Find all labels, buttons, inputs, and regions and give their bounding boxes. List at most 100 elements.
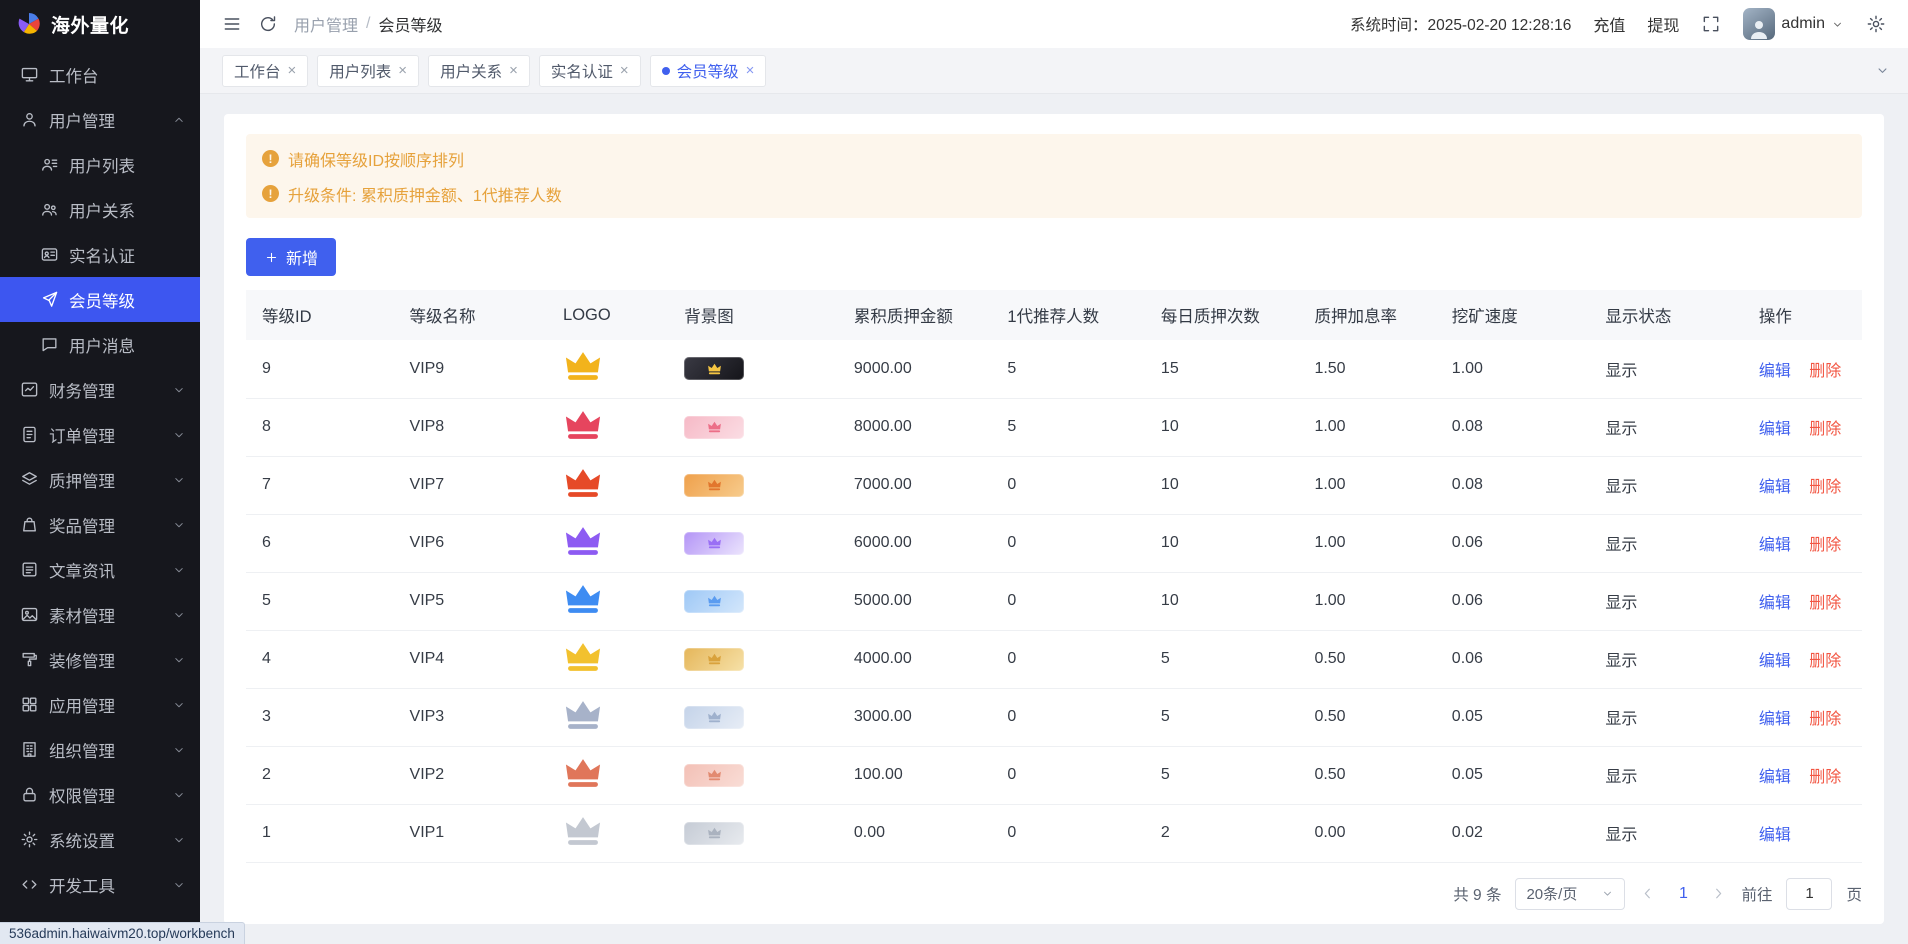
cell-display-status: 显示 xyxy=(1595,340,1749,398)
tab[interactable]: 实名认证 × xyxy=(539,55,641,87)
sidebar-subitem[interactable]: 会员等级 xyxy=(0,277,200,322)
delete-link[interactable]: 删除 xyxy=(1809,653,1841,670)
add-button[interactable]: 新增 xyxy=(246,238,336,276)
vip-banner-image xyxy=(684,357,744,380)
id-card-icon xyxy=(40,245,59,264)
delete-link[interactable]: 删除 xyxy=(1809,711,1841,728)
sidebar-item[interactable]: 素材管理 xyxy=(0,592,200,637)
cell-logo xyxy=(553,688,674,746)
user-menu[interactable]: admin xyxy=(1743,8,1844,40)
sidebar-item[interactable]: 文章资讯 xyxy=(0,547,200,592)
warning-icon: ! xyxy=(262,185,279,202)
sidebar-item-label: 组织管理 xyxy=(49,738,162,762)
tab-close-icon[interactable]: × xyxy=(746,63,755,78)
cell-daily-times: 10 xyxy=(1151,398,1305,456)
goto-page-input[interactable] xyxy=(1786,878,1832,910)
edit-link[interactable]: 编辑 xyxy=(1759,537,1791,554)
tab-close-icon[interactable]: × xyxy=(620,63,629,78)
brand-logo-icon xyxy=(16,11,42,37)
sidebar-item[interactable]: 质押管理 xyxy=(0,457,200,502)
tab[interactable]: 工作台 × xyxy=(222,55,308,87)
edit-link[interactable]: 编辑 xyxy=(1759,479,1791,496)
alert-text: 请确保等级ID按顺序排列 xyxy=(288,147,464,171)
sidebar-item[interactable]: 应用管理 xyxy=(0,682,200,727)
tab[interactable]: 会员等级 × xyxy=(650,55,767,87)
edit-link[interactable]: 编辑 xyxy=(1759,653,1791,670)
tab[interactable]: 用户关系 × xyxy=(428,55,530,87)
sidebar-subitem-label: 用户列表 xyxy=(69,153,186,177)
cell-background-image xyxy=(674,456,844,514)
fullscreen-icon[interactable] xyxy=(1701,14,1721,34)
cell-display-status: 显示 xyxy=(1595,804,1749,862)
tab-label: 用户关系 xyxy=(440,60,502,82)
sidebar-item[interactable]: 财务管理 xyxy=(0,367,200,412)
delete-link[interactable]: 删除 xyxy=(1809,537,1841,554)
refresh-icon[interactable] xyxy=(258,14,278,34)
cell-mining-speed: 0.06 xyxy=(1442,572,1596,630)
page-size-select[interactable]: 20条/页 xyxy=(1515,878,1625,910)
main-area: 用户管理 / 会员等级 系统时间：2025-02-20 12:28:16 充值 … xyxy=(200,0,1908,944)
sidebar-item[interactable]: 用户管理 xyxy=(0,97,200,142)
sidebar-subitem[interactable]: 用户消息 xyxy=(0,322,200,367)
tab-options-button[interactable] xyxy=(1866,55,1898,87)
vip-crown-logo-icon xyxy=(563,350,603,382)
sidebar-item[interactable]: 组织管理 xyxy=(0,727,200,772)
cell-daily-times: 2 xyxy=(1151,804,1305,862)
collapse-menu-icon[interactable] xyxy=(222,14,242,34)
cell-mining-speed: 0.08 xyxy=(1442,398,1596,456)
lock-icon xyxy=(20,785,39,804)
tab[interactable]: 用户列表 × xyxy=(317,55,419,87)
next-page-button[interactable] xyxy=(1710,885,1727,902)
tab-close-icon[interactable]: × xyxy=(398,63,407,78)
sidebar-subitem-label: 用户消息 xyxy=(69,333,186,357)
vip-crown-logo-icon xyxy=(563,699,603,731)
edit-link[interactable]: 编辑 xyxy=(1759,711,1791,728)
delete-link[interactable]: 删除 xyxy=(1809,421,1841,438)
edit-link[interactable]: 编辑 xyxy=(1759,363,1791,380)
sidebar-item-label: 文章资讯 xyxy=(49,558,162,582)
breadcrumb: 用户管理 / 会员等级 xyxy=(294,12,442,36)
sidebar-item[interactable]: 工作台 xyxy=(0,52,200,97)
sidebar-subitem[interactable]: 用户列表 xyxy=(0,142,200,187)
sidebar-item[interactable]: 开发工具 xyxy=(0,862,200,907)
withdraw-button[interactable]: 提现 xyxy=(1647,12,1679,36)
cell-level-id: 4 xyxy=(246,630,400,688)
sidebar-item[interactable]: 装修管理 xyxy=(0,637,200,682)
sidebar-item[interactable]: 订单管理 xyxy=(0,412,200,457)
pagination: 共 9 条 20条/页 1 前往 页 xyxy=(246,863,1862,910)
cell-pledge-amount: 5000.00 xyxy=(844,572,998,630)
sidebar-subitem[interactable]: 用户关系 xyxy=(0,187,200,232)
cell-level-id: 1 xyxy=(246,804,400,862)
workbench-icon xyxy=(20,65,39,84)
edit-link[interactable]: 编辑 xyxy=(1759,421,1791,438)
sidebar-item[interactable]: 权限管理 xyxy=(0,772,200,817)
breadcrumb-parent[interactable]: 用户管理 xyxy=(294,12,358,36)
cell-level-id: 5 xyxy=(246,572,400,630)
edit-link[interactable]: 编辑 xyxy=(1759,769,1791,786)
cell-interest-rate: 1.00 xyxy=(1304,514,1441,572)
prev-page-button[interactable] xyxy=(1639,885,1656,902)
sidebar-item[interactable]: 奖品管理 xyxy=(0,502,200,547)
cell-mining-speed: 0.05 xyxy=(1442,746,1596,804)
tab-label: 工作台 xyxy=(234,60,281,82)
settings-gear-icon[interactable] xyxy=(1866,14,1886,34)
delete-link[interactable]: 删除 xyxy=(1809,479,1841,496)
cell-interest-rate: 1.50 xyxy=(1304,340,1441,398)
delete-link[interactable]: 删除 xyxy=(1809,769,1841,786)
breadcrumb-current: 会员等级 xyxy=(378,12,442,36)
sidebar-item[interactable]: 系统设置 xyxy=(0,817,200,862)
tab-close-icon[interactable]: × xyxy=(288,63,297,78)
order-icon xyxy=(20,425,39,444)
edit-link[interactable]: 编辑 xyxy=(1759,827,1791,844)
current-page[interactable]: 1 xyxy=(1670,885,1696,903)
sidebar-subitem[interactable]: 实名认证 xyxy=(0,232,200,277)
edit-link[interactable]: 编辑 xyxy=(1759,595,1791,612)
tab-close-icon[interactable]: × xyxy=(509,63,518,78)
recharge-button[interactable]: 充值 xyxy=(1593,12,1625,36)
cell-interest-rate: 1.00 xyxy=(1304,572,1441,630)
chevron-down-icon xyxy=(172,653,186,667)
delete-link[interactable]: 删除 xyxy=(1809,595,1841,612)
delete-link[interactable]: 删除 xyxy=(1809,363,1841,380)
cell-daily-times: 5 xyxy=(1151,630,1305,688)
cell-interest-rate: 0.50 xyxy=(1304,746,1441,804)
